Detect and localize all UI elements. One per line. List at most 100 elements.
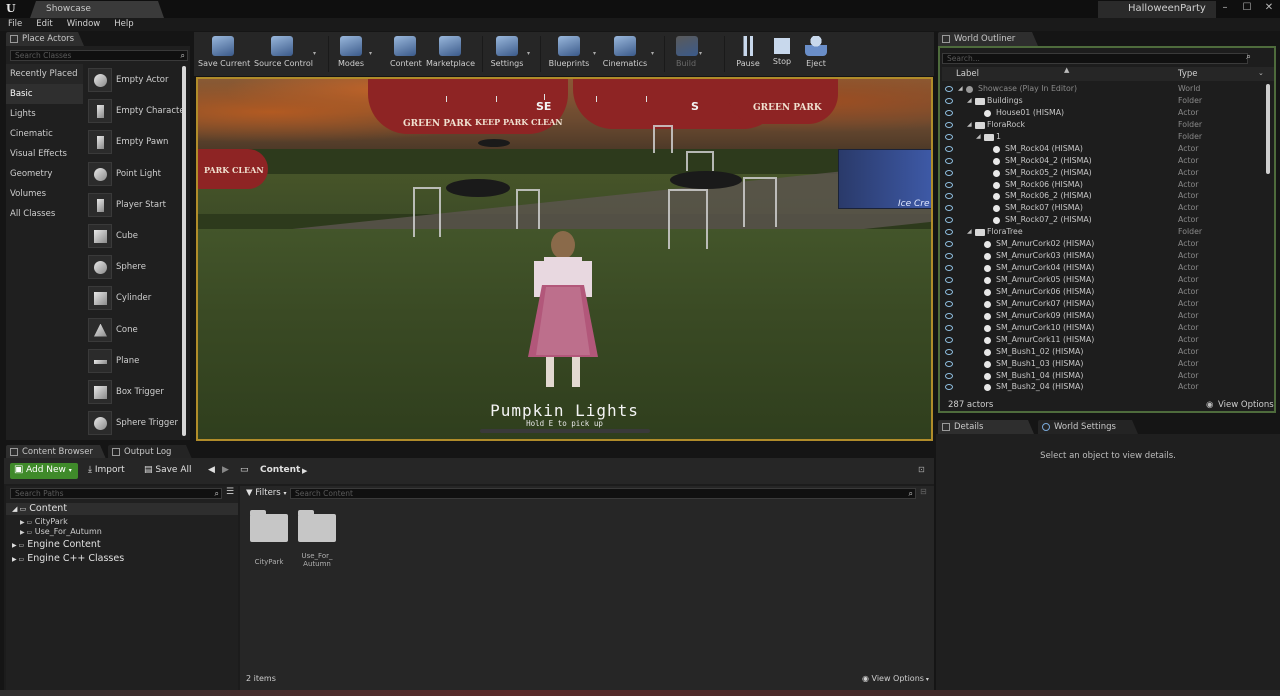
visibility-eye-icon[interactable]: [945, 265, 953, 272]
outliner-actor-row[interactable]: House01 (HISMA) Actor: [942, 107, 1268, 119]
visibility-eye-icon[interactable]: [945, 217, 953, 224]
outliner-actor-row[interactable]: SM_AmurCork11 (HISMA) Actor: [942, 334, 1268, 346]
chevron-down-icon[interactable]: ▾: [313, 50, 316, 57]
actor-item-plane[interactable]: Plane: [86, 346, 184, 377]
tree-item-citypark[interactable]: ▶ ▭ CityPark: [20, 517, 68, 526]
outliner-actor-row[interactable]: SM_Bush1_03 (HISMA) Actor: [942, 358, 1268, 370]
outliner-actor-row[interactable]: SM_Rock05_2 (HISMA) Actor: [942, 167, 1268, 179]
content-button[interactable]: Content: [390, 34, 422, 74]
category-geometry[interactable]: Geometry: [6, 164, 83, 184]
folder-use-for-autumn-icon[interactable]: [298, 510, 336, 542]
actor-list-scrollbar[interactable]: [182, 66, 186, 436]
details-tab[interactable]: Details: [938, 420, 1034, 434]
category-cinematic[interactable]: Cinematic: [6, 124, 83, 144]
tree-expand-icon[interactable]: ◢: [967, 119, 972, 131]
tree-item-use-for-autumn[interactable]: ▶ ▭ Use_For_Autumn: [20, 527, 102, 536]
category-basic[interactable]: Basic: [6, 84, 83, 104]
output-log-tab[interactable]: Output Log: [108, 445, 192, 459]
actor-item-empty-characte[interactable]: Empty Characte: [86, 96, 184, 127]
outliner-actor-row[interactable]: SM_AmurCork03 (HISMA) Actor: [942, 250, 1268, 262]
visibility-eye-icon[interactable]: [945, 169, 953, 176]
actor-item-sphere[interactable]: Sphere: [86, 252, 184, 283]
visibility-eye-icon[interactable]: [945, 205, 953, 212]
maximize-button[interactable]: ☐: [1236, 0, 1258, 18]
menu-help[interactable]: Help: [114, 18, 133, 31]
tree-expand-icon[interactable]: ◢: [967, 226, 972, 238]
outliner-actor-row[interactable]: SM_AmurCork05 (HISMA) Actor: [942, 274, 1268, 286]
outliner-actor-row[interactable]: SM_AmurCork06 (HISMA) Actor: [942, 286, 1268, 298]
chevron-down-icon[interactable]: ▾: [699, 50, 702, 57]
modes-button[interactable]: Modes ▾: [336, 34, 372, 74]
outliner-actor-row[interactable]: SM_AmurCork02 (HISMA) Actor: [942, 238, 1268, 250]
actor-item-box-trigger[interactable]: Box Trigger: [86, 377, 184, 408]
outliner-col-type[interactable]: Type: [1178, 69, 1198, 79]
outliner-actor-row[interactable]: SM_Rock04 (HISMA) Actor: [942, 143, 1268, 155]
visibility-eye-icon[interactable]: [945, 300, 953, 307]
visibility-eye-icon[interactable]: [945, 324, 953, 331]
outliner-actor-row[interactable]: SM_Rock04_2 (HISMA) Actor: [942, 155, 1268, 167]
tree-item-engine-content[interactable]: ▶ ▭ Engine Content: [12, 539, 101, 550]
pause-button[interactable]: Pause: [734, 34, 762, 74]
save-all-button[interactable]: ▤ Save All: [144, 465, 192, 475]
list-icon[interactable]: ☰: [226, 487, 234, 497]
actor-item-sphere-trigger[interactable]: Sphere Trigger: [86, 408, 184, 439]
outliner-actor-row[interactable]: SM_AmurCork04 (HISMA) Actor: [942, 262, 1268, 274]
world-outliner-tab[interactable]: World Outliner: [938, 32, 1038, 46]
category-recently-placed[interactable]: Recently Placed: [6, 64, 83, 84]
visibility-eye-icon[interactable]: [945, 253, 953, 260]
content-view-options[interactable]: ◉ View Options ▾: [862, 674, 929, 683]
outliner-search-input[interactable]: Search...: [942, 53, 1248, 64]
tree-expand-icon[interactable]: ◢: [958, 83, 963, 95]
menu-file[interactable]: File: [8, 18, 22, 31]
eject-button[interactable]: Eject: [804, 34, 828, 74]
stop-button[interactable]: Stop: [772, 34, 792, 74]
visibility-eye-icon[interactable]: [945, 360, 953, 367]
search-paths-input[interactable]: Search Paths ⌕: [10, 488, 222, 499]
visibility-eye-icon[interactable]: [945, 97, 953, 104]
outliner-folder-row[interactable]: ◢ 1 Folder: [942, 131, 1268, 143]
chevron-down-icon[interactable]: ▾: [593, 50, 596, 57]
outliner-actor-row[interactable]: SM_AmurCork07 (HISMA) Actor: [942, 298, 1268, 310]
outliner-actor-row[interactable]: SM_Rock07 (HISMA) Actor: [942, 202, 1268, 214]
menu-edit[interactable]: Edit: [36, 18, 52, 31]
minimize-button[interactable]: –: [1214, 0, 1236, 18]
visibility-eye-icon[interactable]: [945, 133, 953, 140]
marketplace-button[interactable]: Marketplace: [426, 34, 475, 74]
build-button[interactable]: Build ▾: [676, 34, 702, 74]
outliner-folder-row[interactable]: ◢ FloraTree Folder: [942, 226, 1268, 238]
chevron-down-icon[interactable]: ▾: [527, 50, 530, 57]
import-button[interactable]: ⤓ Import: [88, 465, 125, 475]
place-actors-tab[interactable]: Place Actors: [6, 32, 84, 46]
outliner-actor-row[interactable]: SM_Bush2_04 (HISMA) Actor: [942, 381, 1268, 393]
actor-item-cube[interactable]: Cube: [86, 221, 184, 252]
visibility-eye-icon[interactable]: [945, 145, 953, 152]
category-visual-effects[interactable]: Visual Effects: [6, 144, 83, 164]
visibility-eye-icon[interactable]: [945, 229, 953, 236]
visibility-eye-icon[interactable]: [945, 312, 953, 319]
outliner-folder-row[interactable]: ◢ FloraRock Folder: [942, 119, 1268, 131]
filters-button[interactable]: ▼ Filters ▾: [246, 488, 286, 498]
path-breadcrumb[interactable]: Content: [260, 465, 300, 475]
document-tab[interactable]: Showcase: [30, 1, 164, 18]
actor-item-empty-actor[interactable]: Empty Actor: [86, 65, 184, 96]
source-control-button[interactable]: Source Control ▾: [254, 34, 316, 74]
lock-icon[interactable]: ⊡: [918, 465, 925, 474]
chevron-down-icon[interactable]: ▾: [369, 50, 372, 57]
save-current-button[interactable]: Save Current: [198, 34, 250, 74]
search-content-input[interactable]: Search Content ⌕: [290, 488, 916, 499]
outliner-actor-row[interactable]: SM_AmurCork10 (HISMA) Actor: [942, 322, 1268, 334]
outliner-view-options[interactable]: View Options: [1218, 400, 1274, 410]
visibility-eye-icon[interactable]: [945, 109, 953, 116]
actor-item-cylinder[interactable]: Cylinder: [86, 283, 184, 314]
outliner-actor-row[interactable]: SM_Rock06 (HISMA) Actor: [942, 179, 1268, 191]
visibility-eye-icon[interactable]: [945, 121, 953, 128]
chevron-down-icon[interactable]: ▾: [651, 50, 654, 57]
visibility-eye-icon[interactable]: [945, 384, 953, 391]
history-forward-button[interactable]: ▶: [222, 465, 229, 475]
category-lights[interactable]: Lights: [6, 104, 83, 124]
visibility-eye-icon[interactable]: [945, 86, 953, 92]
blueprints-button[interactable]: Blueprints ▾: [548, 34, 596, 74]
folder-citypark-icon[interactable]: [250, 510, 288, 542]
actor-item-cone[interactable]: Cone: [86, 315, 184, 346]
category-volumes[interactable]: Volumes: [6, 184, 83, 204]
